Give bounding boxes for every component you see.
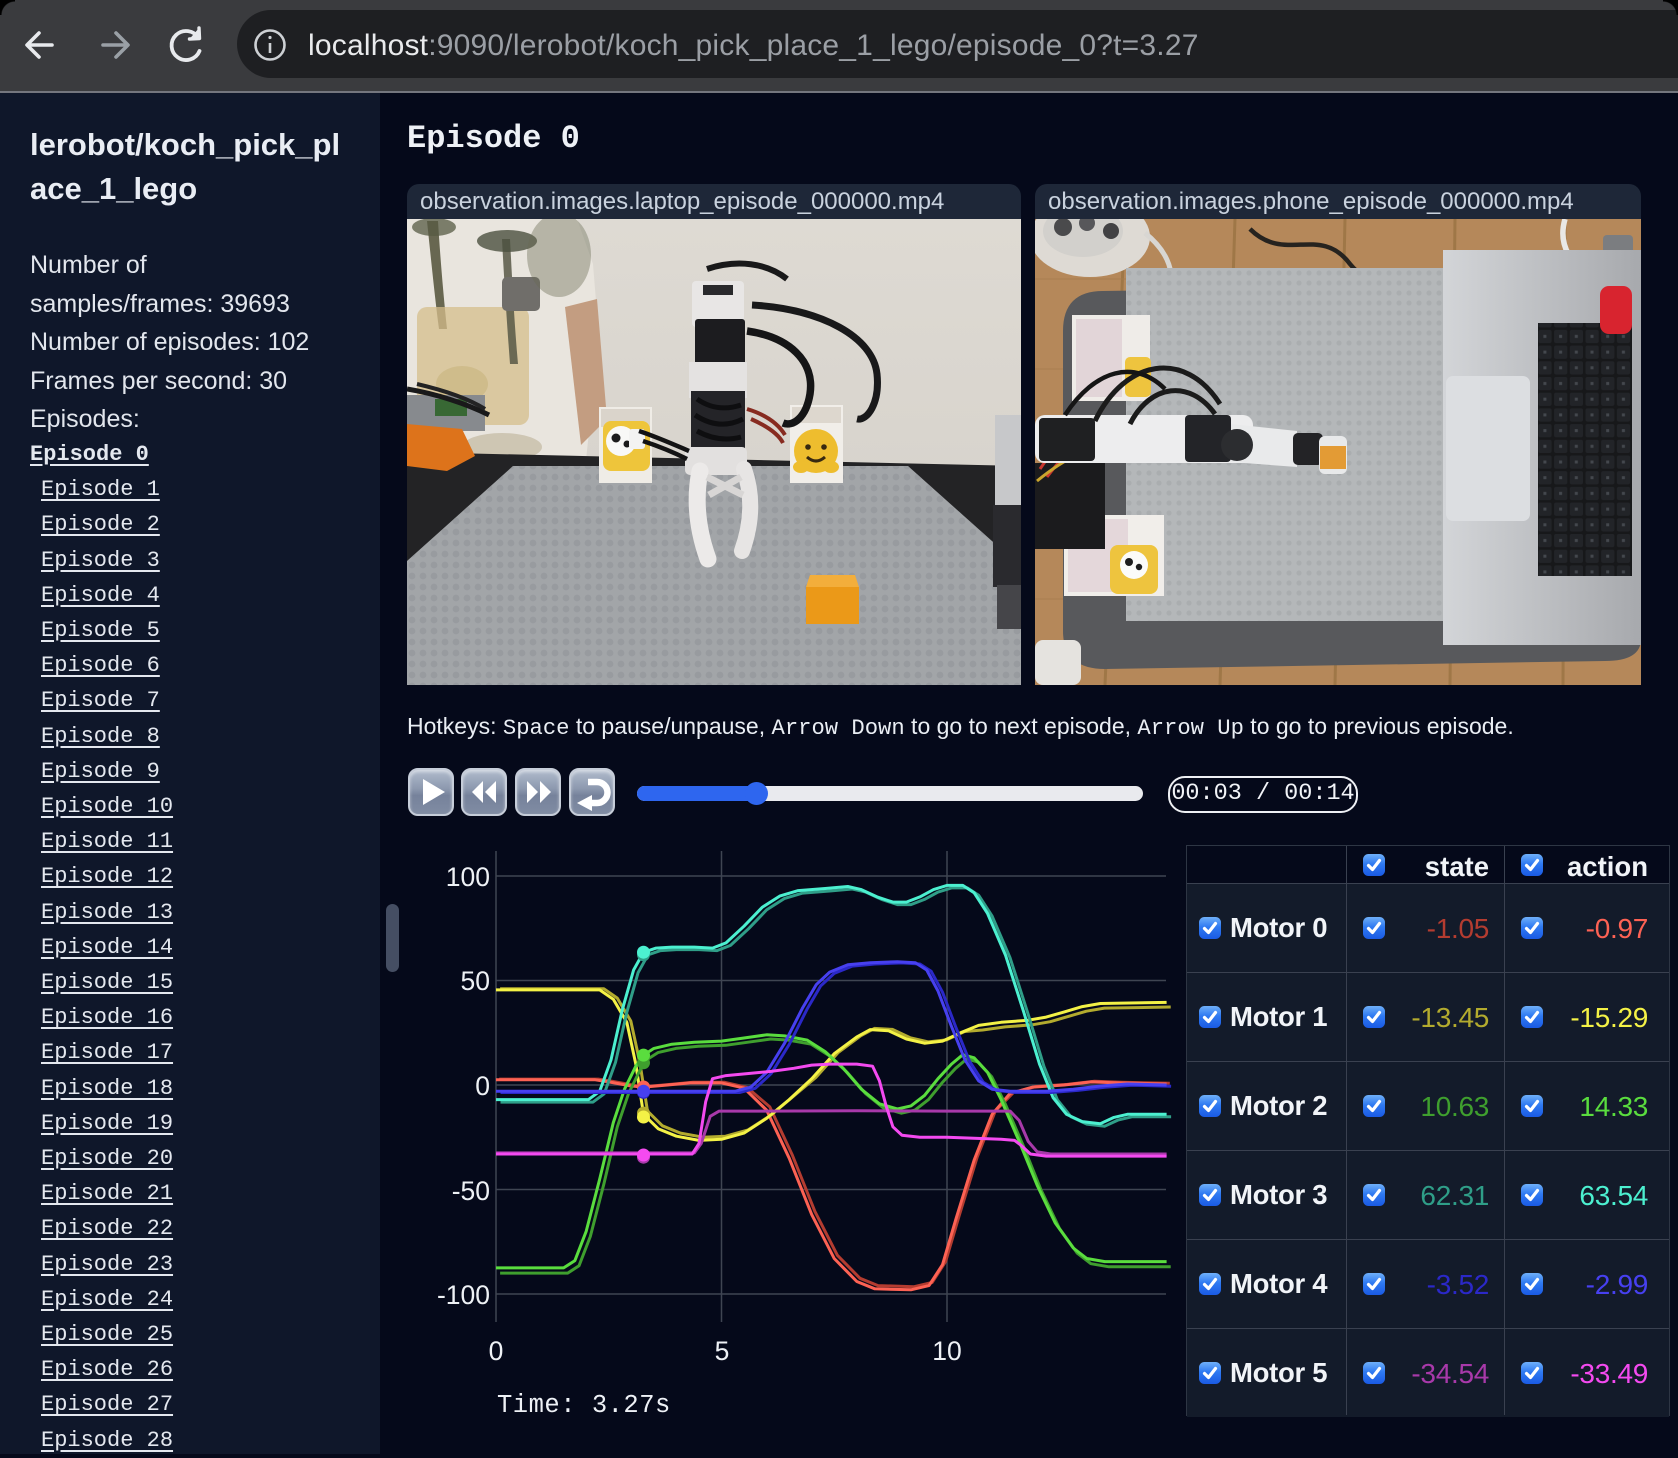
svg-text:-50: -50 <box>452 1176 490 1206</box>
svg-text:100: 100 <box>446 862 490 892</box>
svg-text:0: 0 <box>475 1071 490 1101</box>
svg-text:0: 0 <box>489 1336 504 1366</box>
svg-text:5: 5 <box>715 1336 730 1366</box>
svg-text:-100: -100 <box>437 1280 490 1310</box>
svg-text:50: 50 <box>461 966 490 996</box>
svg-text:10: 10 <box>932 1336 961 1366</box>
